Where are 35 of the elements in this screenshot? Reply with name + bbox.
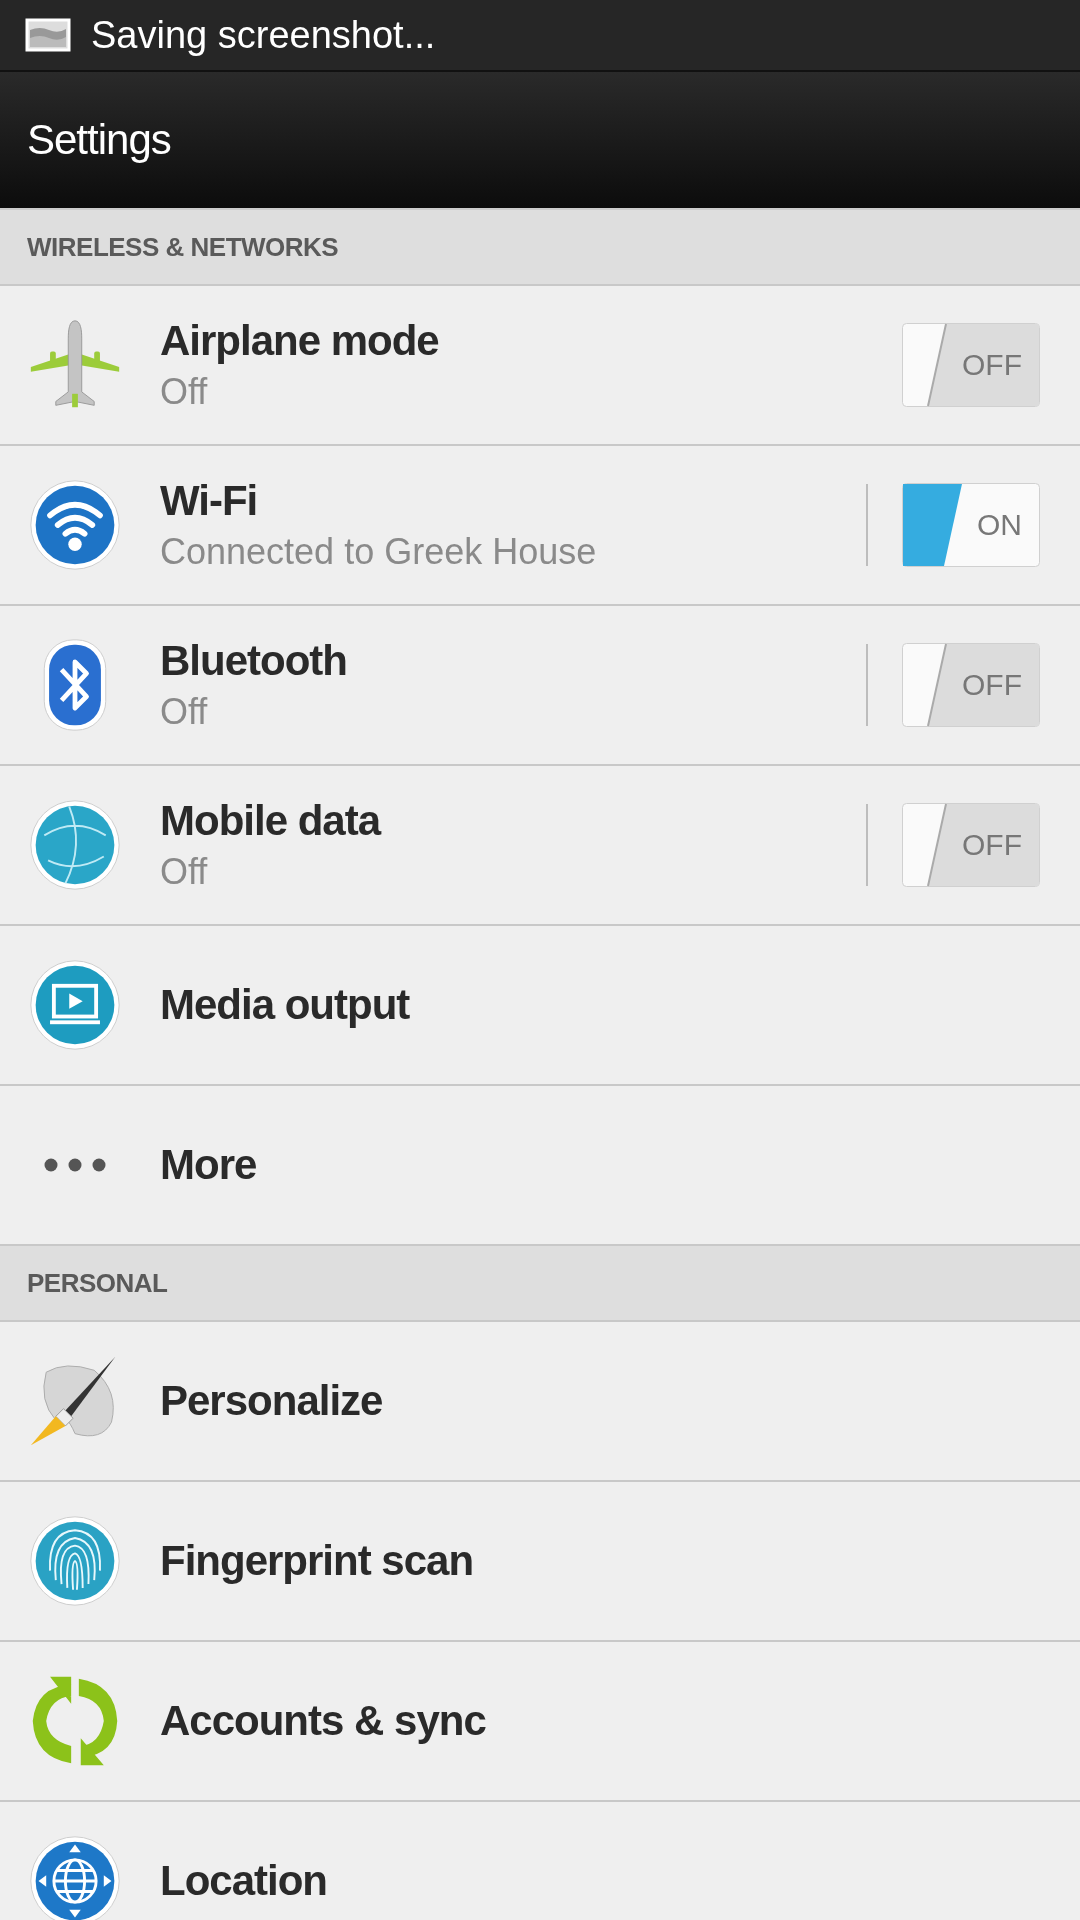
setting-label: Wi-Fi [160, 477, 259, 525]
settings-row[interactable]: Accounts & sync [0, 1642, 1080, 1802]
setting-label: More [160, 1141, 258, 1189]
setting-label: Mobile data [160, 797, 382, 845]
setting-summary: Connected to Greek House [160, 531, 598, 573]
settings-row[interactable]: Location [0, 1802, 1080, 1920]
setting-summary: Off [160, 691, 209, 733]
setting-label: Airplane mode [160, 317, 440, 365]
setting-label: Fingerprint scan [160, 1537, 475, 1585]
settings-row[interactable]: Bluetooth Off OFF [0, 606, 1080, 766]
fingerprint-icon [27, 1513, 123, 1609]
toggle-switch[interactable]: ON [902, 483, 1040, 567]
settings-row[interactable]: Airplane mode Off OFF [0, 286, 1080, 446]
setting-summary: Off [160, 851, 209, 893]
settings-row[interactable]: Wi-Fi Connected to Greek House ON [0, 446, 1080, 606]
setting-label: Personalize [160, 1377, 384, 1425]
image-icon [25, 18, 71, 52]
section-header: WIRELESS & NETWORKS [0, 210, 1080, 286]
setting-label: Media output [160, 981, 411, 1029]
setting-label: Accounts & sync [160, 1697, 487, 1745]
settings-row[interactable]: Personalize [0, 1322, 1080, 1482]
screen-play-icon [27, 957, 123, 1053]
section-header: PERSONAL [0, 1246, 1080, 1322]
globe-arrows-icon [27, 1833, 123, 1920]
more-icon [43, 1157, 107, 1173]
wifi-icon [27, 477, 123, 573]
setting-summary: Off [160, 371, 209, 413]
screen-title: Settings [27, 116, 171, 164]
setting-label: Bluetooth [160, 637, 348, 685]
settings-row[interactable]: Media output [0, 926, 1080, 1086]
notification-text: Saving screenshot... [91, 13, 436, 57]
settings-row[interactable]: Fingerprint scan [0, 1482, 1080, 1642]
globe-icon [27, 797, 123, 893]
setting-label: Location [160, 1857, 328, 1905]
settings-row[interactable]: Mobile data Off OFF [0, 766, 1080, 926]
